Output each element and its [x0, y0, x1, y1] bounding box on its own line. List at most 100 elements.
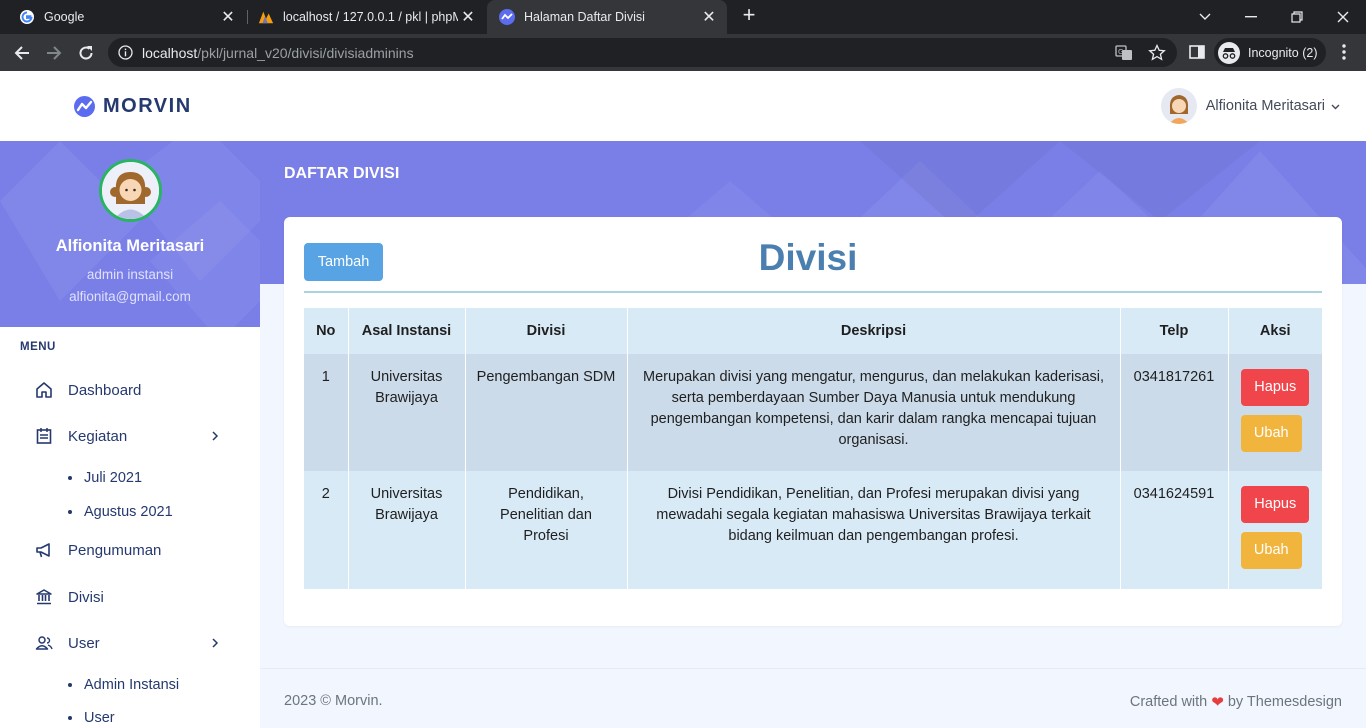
site-info-icon[interactable] — [118, 45, 133, 60]
cell-divisi: Pendidikan, Penelitian dan Profesi — [465, 471, 628, 589]
tab-title: Google — [44, 10, 85, 24]
card-title: Divisi — [758, 237, 858, 278]
sidebar-item-kegiatan[interactable]: Kegiatan — [34, 423, 234, 449]
minimize-icon[interactable] — [1228, 0, 1274, 34]
sidebar-item-dashboard[interactable]: Dashboard — [34, 377, 234, 403]
new-tab-icon[interactable]: + — [738, 4, 760, 27]
column-header-telp: Telp — [1120, 308, 1229, 354]
sidebar-item-label: Pengumuman — [68, 541, 162, 559]
incognito-indicator[interactable]: Incognito (2) — [1214, 38, 1327, 67]
column-header-divisi: Divisi — [465, 308, 628, 354]
sidebar-subitem-juli-2021[interactable]: Juli 2021 — [68, 470, 142, 486]
sidebar-profile-card: Alfionita Meritasari admin instansi alfi… — [0, 141, 260, 327]
sidebar-item-label: Dashboard — [68, 381, 142, 399]
sidebar-item-label: Divisi — [68, 588, 104, 606]
sidebar-item-label: User — [68, 634, 100, 652]
sidebar-subitem-admin-instansi[interactable]: Admin Instansi — [68, 677, 179, 693]
google-icon — [19, 9, 35, 25]
reload-icon[interactable] — [73, 40, 99, 66]
sidebar: Alfionita Meritasari admin instansi alfi… — [0, 141, 260, 728]
cell-aksi: Hapus Ubah — [1228, 471, 1322, 589]
side-panel-icon[interactable] — [1188, 43, 1206, 61]
chevron-right-icon — [208, 427, 222, 445]
bullet-icon — [68, 716, 72, 720]
cell-no: 2 — [304, 471, 349, 589]
close-tab-icon[interactable]: ✕ — [218, 7, 238, 27]
tab-search-icon[interactable] — [1182, 0, 1228, 34]
divider — [304, 291, 1322, 293]
restore-icon[interactable] — [1274, 0, 1320, 34]
sidebar-item-pengumuman[interactable]: Pengumuman — [34, 537, 234, 563]
url-path: /pkl/jurnal_v20/divisi/divisiadminins — [197, 45, 414, 61]
megaphone-icon — [34, 540, 54, 560]
browser-toolbar: localhost/pkl/jurnal_v20/divisi/divisiad… — [0, 34, 1366, 71]
column-header-deskripsi: Deskripsi — [627, 308, 1121, 354]
morvin-favicon — [499, 9, 515, 25]
forward-icon[interactable] — [41, 40, 67, 66]
calendar-icon — [34, 426, 54, 446]
user-dropdown[interactable]: Alfionita Meritasari — [1160, 88, 1340, 124]
incognito-label: Incognito (2) — [1248, 45, 1318, 60]
table-row: 2 Universitas Brawijaya Pendidikan, Pene… — [304, 471, 1322, 589]
cell-telp: 0341624591 — [1120, 471, 1229, 589]
cell-asal-instansi: Universitas Brawijaya — [348, 471, 466, 589]
browser-tab-phpmyadmin[interactable]: localhost / 127.0.0.1 / pkl | phpMyAdmin… — [248, 0, 486, 34]
close-tab-icon[interactable]: ✕ — [458, 7, 478, 27]
cell-no: 1 — [304, 354, 349, 471]
bullet-icon — [68, 476, 72, 480]
sidebar-item-divisi[interactable]: Divisi — [34, 584, 234, 610]
delete-button[interactable]: Hapus — [1241, 486, 1310, 523]
profile-name: Alfionita Meritasari — [55, 237, 205, 255]
delete-button[interactable]: Hapus — [1241, 369, 1310, 406]
bank-icon — [34, 587, 54, 607]
browser-tab-daftar-divisi[interactable]: Halaman Daftar Divisi ✕ — [487, 0, 727, 34]
incognito-icon — [1218, 41, 1240, 64]
home-icon — [34, 380, 54, 400]
cell-deskripsi: Divisi Pendidikan, Penelitian, dan Profe… — [627, 471, 1121, 589]
bullet-icon — [68, 510, 72, 514]
table-row: 1 Universitas Brawijaya Pengembangan SDM… — [304, 354, 1322, 471]
url-host: localhost — [142, 45, 198, 61]
edit-button[interactable]: Ubah — [1240, 532, 1302, 569]
column-header-aksi: Aksi — [1228, 308, 1322, 354]
header-user-name: Alfionita Meritasari — [1205, 98, 1325, 114]
tab-title: localhost / 127.0.0.1 / pkl | phpMyAdmin — [283, 10, 458, 24]
footer: 2023 © Morvin. Crafted with ❤ by Themesd… — [260, 668, 1366, 728]
browser-menu-icon[interactable] — [1336, 42, 1352, 62]
cell-asal-instansi: Universitas Brawijaya — [348, 354, 466, 471]
column-header-asal-instansi: Asal Instansi — [348, 308, 466, 354]
sidebar-subitem-label: Admin Instansi — [84, 677, 180, 693]
chevron-down-icon — [1331, 98, 1340, 114]
divisi-card: Tambah Divisi No Asal Instansi Divisi De… — [284, 217, 1342, 626]
translate-icon[interactable]: G — [1115, 44, 1133, 62]
bullet-icon — [68, 683, 72, 687]
phpmyadmin-icon — [258, 9, 274, 25]
app-header: MORVIN Alfionita Meritasari — [0, 71, 1366, 141]
close-window-icon[interactable] — [1320, 0, 1366, 34]
table-header-row: No Asal Instansi Divisi Deskripsi Telp A… — [304, 308, 1322, 354]
footer-crafted-prefix: Crafted with — [1129, 694, 1208, 710]
sidebar-subitem-agustus-2021[interactable]: Agustus 2021 — [68, 504, 173, 520]
browser-tab-google[interactable]: Google ✕ — [0, 0, 246, 34]
sidebar-subitem-user[interactable]: User — [68, 710, 115, 726]
back-icon[interactable] — [9, 40, 35, 66]
close-tab-icon[interactable]: ✕ — [699, 7, 719, 27]
svg-text:G: G — [1118, 48, 1123, 56]
browser-tab-strip: Google ✕ localhost / 127.0.0.1 / pkl | p… — [0, 0, 1366, 34]
cell-divisi: Pengembangan SDM — [465, 354, 628, 471]
sidebar-item-user[interactable]: User — [34, 630, 234, 656]
bookmark-star-icon[interactable] — [1148, 43, 1166, 62]
brand-logo[interactable]: MORVIN — [74, 95, 192, 118]
cell-telp: 0341817261 — [1120, 354, 1229, 471]
sidebar-subitem-label: User — [84, 710, 115, 726]
column-header-no: No — [304, 308, 349, 354]
address-bar[interactable]: localhost/pkl/jurnal_v20/divisi/divisiad… — [108, 38, 1177, 67]
footer-credits: Crafted with ❤ by Themesdesign — [1130, 693, 1342, 711]
page-title: DAFTAR DIVISI — [284, 165, 400, 182]
users-icon — [34, 633, 54, 653]
address-url: localhost/pkl/jurnal_v20/divisi/divisiad… — [142, 45, 414, 61]
cell-deskripsi: Merupakan divisi yang mengatur, mengurus… — [627, 354, 1121, 471]
heart-icon: ❤ — [1211, 694, 1224, 711]
edit-button[interactable]: Ubah — [1240, 415, 1302, 452]
brand-name: MORVIN — [103, 95, 192, 117]
